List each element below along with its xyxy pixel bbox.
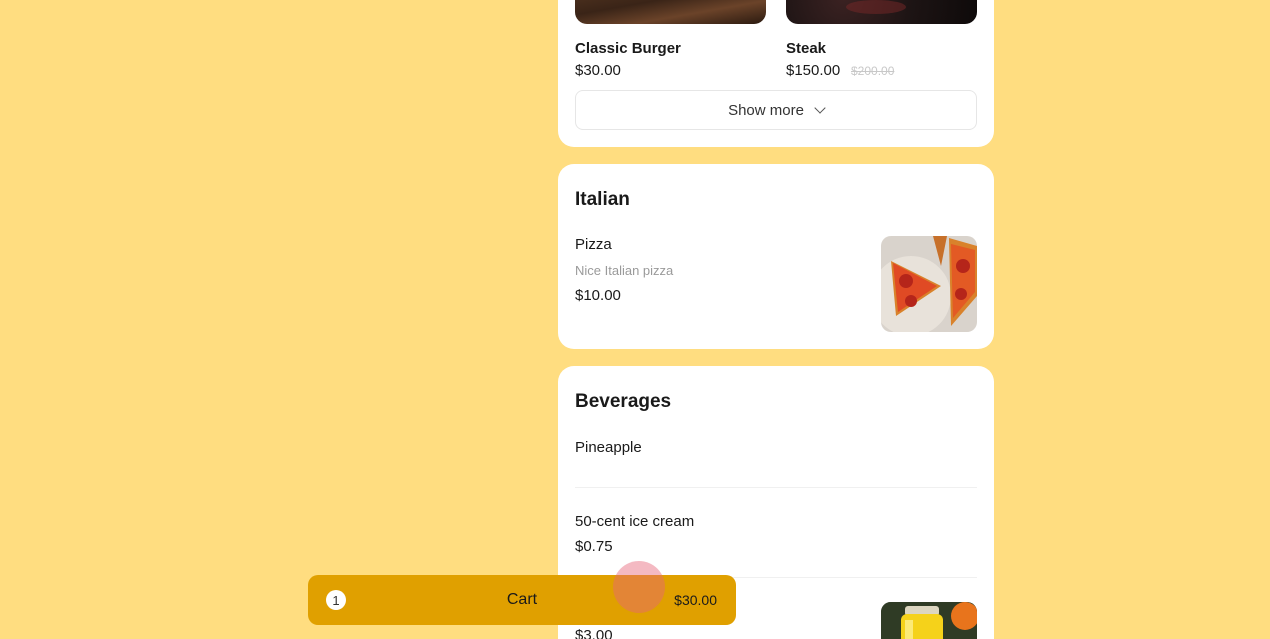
section-title: Beverages [575, 391, 672, 412]
product-description: Nice Italian pizza [575, 263, 674, 278]
juice-image [881, 602, 977, 639]
product-price: $30.00 [575, 62, 621, 79]
cart-total: $30.00 [674, 592, 717, 608]
product-price: $150.00 [786, 62, 841, 79]
divider [575, 487, 977, 488]
product-price: $0.75 [575, 538, 613, 555]
product-name: Pineapple [575, 439, 642, 456]
steak-image[interactable] [786, 0, 977, 24]
pizza-image [881, 236, 977, 332]
show-more-label: Show more [728, 101, 804, 119]
italian-section: Italian Pizza Nice Italian pizza $10.00 [558, 164, 994, 349]
product-name: Pizza [575, 236, 612, 253]
product-old-price: $200.00 [851, 64, 895, 78]
popular-section: Classic Burger $30.00 Steak $150.00 $200… [558, 0, 994, 147]
product-name: 50-cent ice cream [575, 513, 695, 530]
chevron-down-icon [814, 102, 826, 114]
product-name[interactable]: Steak [786, 40, 826, 57]
product-name[interactable]: Classic Burger [575, 40, 681, 57]
cart-label: Cart [506, 591, 538, 608]
cart-button[interactable]: 1 Cart $30.00 [308, 575, 736, 625]
show-more-button[interactable]: Show more [575, 90, 977, 130]
product-price: $3.00 [575, 627, 613, 639]
product-price: $10.00 [575, 287, 621, 304]
section-title: Italian [575, 189, 630, 210]
classic-burger-image[interactable] [575, 0, 766, 24]
